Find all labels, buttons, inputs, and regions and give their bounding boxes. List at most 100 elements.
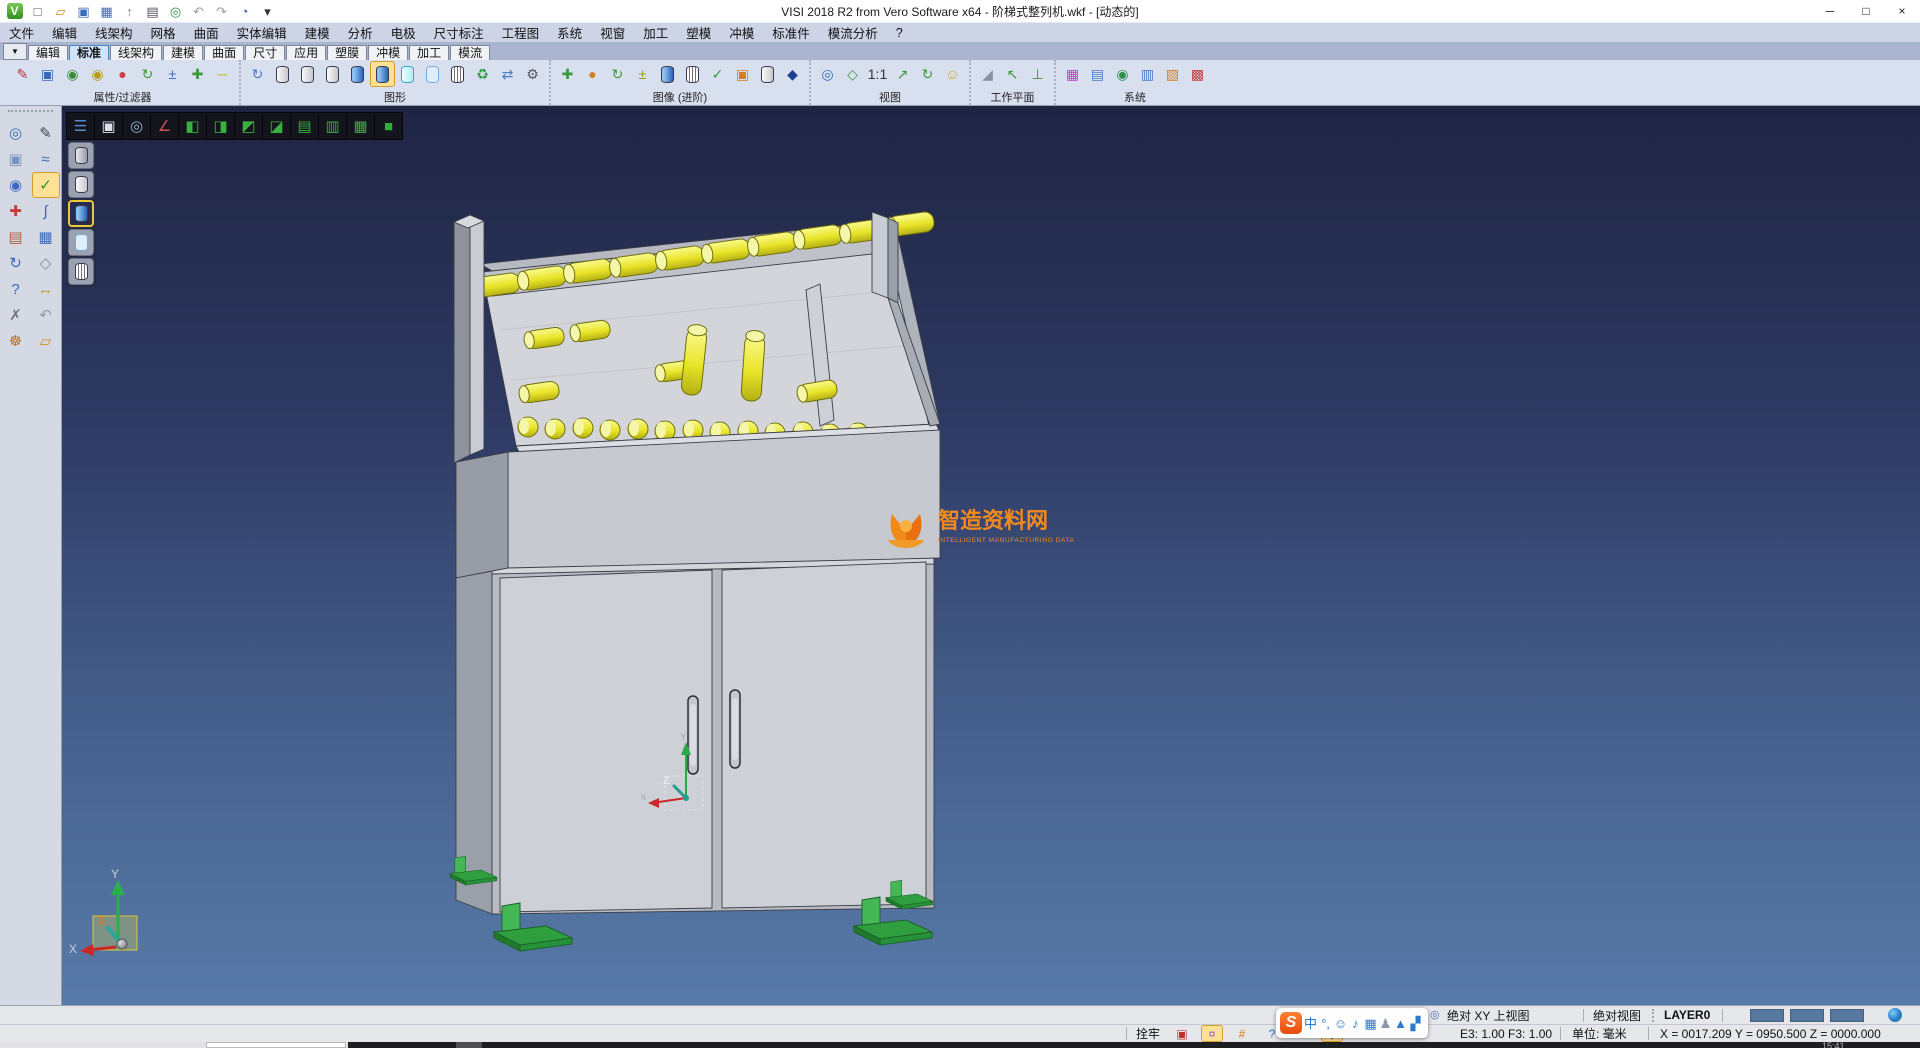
- edit-attributes-icon[interactable]: ✎: [11, 62, 34, 86]
- pan-view-icon[interactable]: ↗: [891, 62, 914, 86]
- taskbar-search-box[interactable]: [206, 1042, 346, 1048]
- show-all-icon[interactable]: ✚: [186, 62, 209, 86]
- ime-punctuation-icon[interactable]: °,: [1318, 1012, 1333, 1034]
- vero-icon[interactable]: ◔: [234, 2, 255, 21]
- machine-model[interactable]: [450, 211, 940, 951]
- view-cube-back-icon[interactable]: ▥: [319, 113, 346, 139]
- image-filter-icon[interactable]: ●: [581, 62, 604, 86]
- zoom-window-icon[interactable]: ◎: [3, 121, 29, 145]
- attribute-books-icon[interactable]: ▤: [3, 225, 29, 249]
- zoom-fit-icon[interactable]: ▣: [95, 113, 122, 139]
- save-as-icon[interactable]: ▦: [96, 2, 117, 21]
- menu-item[interactable]: 线架构: [86, 23, 142, 42]
- zoom-previous-icon[interactable]: ◎: [816, 62, 839, 86]
- render-hidden-line-icon[interactable]: [68, 171, 94, 198]
- cylinder-hidden-icon[interactable]: [296, 62, 319, 86]
- render-shaded-icon[interactable]: [68, 142, 94, 169]
- door-handle-left[interactable]: [688, 696, 698, 774]
- snap-lock-label[interactable]: 拴牢: [1136, 1025, 1160, 1042]
- redo-icon[interactable]: ↷: [211, 2, 232, 21]
- menu-item[interactable]: 系统: [548, 23, 591, 42]
- view-search-icon[interactable]: ◎: [1430, 1006, 1440, 1024]
- cylinder-flat-icon[interactable]: [421, 62, 444, 86]
- web-status-icon[interactable]: [1888, 1006, 1902, 1024]
- erase-sketch-icon[interactable]: ✎: [33, 121, 59, 145]
- menu-item[interactable]: 视窗: [591, 23, 634, 42]
- taskbar-app-button[interactable]: [456, 1042, 482, 1048]
- menu-item[interactable]: 文件: [0, 23, 43, 42]
- tab-apply[interactable]: 应用: [286, 45, 326, 60]
- hide-all-icon[interactable]: ─: [211, 62, 234, 86]
- close-button[interactable]: ×: [1884, 1, 1920, 21]
- menu-item[interactable]: 加工: [634, 23, 677, 42]
- render-wireframe-icon[interactable]: [68, 258, 94, 285]
- sketch-spline-icon[interactable]: ∫: [33, 199, 59, 223]
- image-cylinder-blue-icon[interactable]: [656, 62, 679, 86]
- color-palette-icon[interactable]: ▦: [1061, 62, 1084, 86]
- ime-voice-icon[interactable]: ♪: [1348, 1012, 1363, 1034]
- ime-toolbox-icon[interactable]: ▞: [1408, 1012, 1423, 1034]
- cylinder-translucent-icon[interactable]: [396, 62, 419, 86]
- image-add-icon[interactable]: ✚: [556, 62, 579, 86]
- shade-cube-icon[interactable]: ◇: [33, 251, 59, 275]
- visi-logo[interactable]: V: [4, 2, 25, 21]
- refresh-visibility-icon[interactable]: ↻: [136, 62, 159, 86]
- window-grid-icon[interactable]: ▦: [33, 225, 59, 249]
- selection-hand-icon[interactable]: ▧: [1161, 62, 1184, 86]
- zoom-all-icon[interactable]: ◇: [841, 62, 864, 86]
- confirm-check-icon[interactable]: ✓: [33, 173, 59, 197]
- grid-snap-icon[interactable]: #: [1232, 1026, 1252, 1041]
- render-shaded-edges-icon[interactable]: [68, 200, 94, 227]
- ime-keyboard-icon[interactable]: ▦: [1363, 1012, 1378, 1034]
- cylinder-wireframe-icon[interactable]: [271, 62, 294, 86]
- image-refresh-icon[interactable]: ↻: [606, 62, 629, 86]
- preview-icon[interactable]: ◎: [165, 2, 186, 21]
- sketch-curve-icon[interactable]: ≈: [33, 147, 59, 171]
- layer-table-icon[interactable]: ▥: [1136, 62, 1159, 86]
- maximize-button[interactable]: □: [1848, 1, 1884, 21]
- axonometric-icon[interactable]: ∠: [151, 113, 178, 139]
- menu-item[interactable]: 建模: [296, 23, 339, 42]
- delete-trash-icon[interactable]: ✗: [3, 303, 29, 327]
- menu-item[interactable]: 塑模: [677, 23, 720, 42]
- image-cylinder-striped-icon[interactable]: [681, 62, 704, 86]
- visibility-filter-icon[interactable]: ●: [111, 62, 134, 86]
- toggle-visibility-icon[interactable]: ±: [161, 62, 184, 86]
- view-menu-icon[interactable]: ☰: [67, 113, 94, 139]
- fit-plane-icon[interactable]: ▣: [3, 147, 29, 171]
- workplane-vertical-icon[interactable]: ⊥: [1026, 62, 1049, 86]
- save-file-icon[interactable]: ▣: [73, 2, 94, 21]
- view-cube-right-icon[interactable]: ◪: [263, 113, 290, 139]
- measure-icon[interactable]: ↔: [33, 277, 59, 301]
- new-file-icon[interactable]: □: [27, 2, 48, 21]
- menu-item[interactable]: 模流分析: [819, 23, 887, 42]
- graphics-recycle-icon[interactable]: ♻: [471, 62, 494, 86]
- image-tag-icon[interactable]: ▣: [731, 62, 754, 86]
- image-validate-icon[interactable]: ✓: [706, 62, 729, 86]
- cylinder-shaded-edges-icon[interactable]: [371, 62, 394, 86]
- view-cube-left-icon[interactable]: ◩: [235, 113, 262, 139]
- print-icon[interactable]: ▤: [142, 2, 163, 21]
- cabinet-right-door[interactable]: [722, 562, 926, 908]
- menu-item[interactable]: 电极: [382, 23, 425, 42]
- tab-edit[interactable]: 编辑: [28, 45, 68, 60]
- zoom-extents-icon[interactable]: ◉: [3, 173, 29, 197]
- selection-filter-icon[interactable]: ¤: [1202, 1026, 1222, 1041]
- tab-standard[interactable]: 标准: [69, 45, 109, 60]
- web-globe-icon[interactable]: ◉: [1111, 62, 1134, 86]
- cylinder-mesh-icon[interactable]: [446, 62, 469, 86]
- view-cube-iso-icon[interactable]: ▦: [347, 113, 374, 139]
- tab-machining[interactable]: 加工: [409, 45, 449, 60]
- view-cube-shaded-icon[interactable]: ■: [375, 113, 402, 139]
- grid-book-icon[interactable]: ▩: [1186, 62, 1209, 86]
- ime-emoji-icon[interactable]: ☺: [1333, 1012, 1348, 1034]
- copy-attributes-icon[interactable]: ▣: [36, 62, 59, 86]
- solid-cube-icon[interactable]: ◆: [781, 62, 804, 86]
- window-settings-icon[interactable]: ▤: [1086, 62, 1109, 86]
- undo-gray-icon[interactable]: ↶: [33, 303, 59, 327]
- render-translucent-icon[interactable]: [68, 229, 94, 256]
- view-cube-bottom-icon[interactable]: ◨: [207, 113, 234, 139]
- windows-taskbar[interactable]: 15:41: [0, 1042, 1920, 1048]
- tab-flow[interactable]: 模流: [450, 45, 490, 60]
- tab-modeling[interactable]: 建模: [163, 45, 203, 60]
